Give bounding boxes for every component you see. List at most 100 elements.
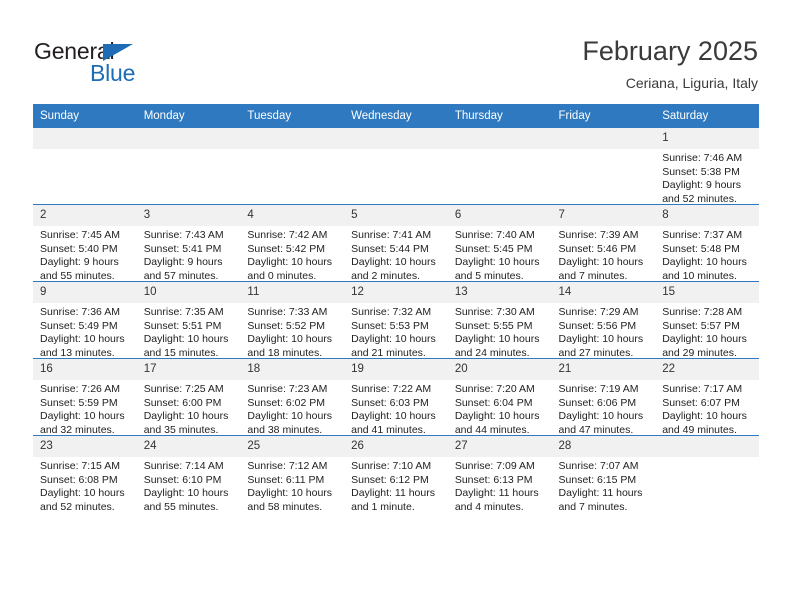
daylight-text: Daylight: 10 hours and 2 minutes. [351,256,436,282]
day-cell-inner: 15 Sunrise: 7:28 AM Sunset: 5:57 PM Dayligh… [655,282,759,359]
calendar-day-cell[interactable]: 27 Sunrise: 7:09 AM Sunset: 6:13 PM Dayligh… [447,435,552,514]
day-events: Sunrise: 7:07 AM Sunset: 6:15 PM Daylight:… [552,457,656,514]
daylight-text: Daylight: 10 hours and 47 minutes. [558,410,644,436]
calendar-day-cell[interactable]: 11 Sunrise: 7:33 AM Sunset: 5:52 PM Dayligh… [240,281,345,359]
general-blue-logo[interactable]: General Blue [34,38,184,86]
sunrise-text: Sunrise: 7:15 AM [40,460,120,472]
day-number [33,128,137,149]
calendar-day-cell[interactable] [344,128,448,205]
sunrise-text: Sunrise: 7:19 AM [558,383,639,395]
calendar-day-cell[interactable]: 24 Sunrise: 7:14 AM Sunset: 6:10 PM Dayligh… [136,435,241,513]
calendar-day-cell[interactable]: 7 Sunrise: 7:39 AM Sunset: 5:46 PM Daylight… [551,204,656,282]
daylight-text: Daylight: 9 hours and 57 minutes. [143,256,223,282]
day-cell-inner: 22 Sunrise: 7:17 AM Sunset: 6:07 PM Dayligh… [655,359,759,436]
daylight-text: Daylight: 10 hours and 44 minutes. [454,410,540,436]
calendar-day-cell[interactable] [551,128,656,205]
day-number: 4 [240,205,345,226]
daylight-text: Daylight: 10 hours and 41 minutes. [351,410,436,436]
day-events: Sunrise: 7:09 AM Sunset: 6:13 PM Daylight:… [448,457,552,514]
day-cell-inner: 13 Sunrise: 7:30 AM Sunset: 5:55 PM Dayligh… [447,282,552,359]
sunset-text: Sunset: 6:08 PM [40,473,118,486]
daylight-text: Daylight: 10 hours and 58 minutes. [247,487,333,513]
calendar-week-row: 23 Sunrise: 7:15 AM Sunset: 6:08 PM Dayligh… [33,435,759,514]
day-number: 15 [655,282,759,303]
sunrise-text: Sunrise: 7:40 AM [454,229,535,241]
sunset-text: Sunset: 5:57 PM [662,319,740,332]
day-number: 5 [344,205,448,226]
page-title: February 2025 [582,36,758,66]
calendar-day-cell[interactable]: 20 Sunrise: 7:20 AM Sunset: 6:04 PM Dayligh… [447,358,552,436]
calendar-day-cell[interactable]: 4 Sunrise: 7:42 AM Sunset: 5:42 PM Daylight… [240,204,345,282]
calendar-day-cell[interactable]: 23 Sunrise: 7:15 AM Sunset: 6:08 PM Dayligh… [33,435,137,513]
calendar-day-cell[interactable] [136,128,241,205]
weekday-header-saturday: Saturday [655,104,759,128]
daylight-text: Daylight: 10 hours and 13 minutes. [40,333,125,359]
day-number [655,436,759,457]
calendar-day-cell[interactable] [655,435,759,512]
calendar-day-cell[interactable]: 8 Sunrise: 7:37 AM Sunset: 5:48 PM Daylight… [655,204,759,282]
calendar-day-cell[interactable]: 26 Sunrise: 7:10 AM Sunset: 6:12 PM Dayligh… [344,435,448,513]
calendar-day-cell[interactable]: 21 Sunrise: 7:19 AM Sunset: 6:06 PM Dayligh… [551,358,656,436]
calendar-day-cell[interactable]: 17 Sunrise: 7:25 AM Sunset: 6:00 PM Dayligh… [136,358,241,437]
sunrise-text: Sunrise: 7:20 AM [454,383,535,395]
day-events: Sunrise: 7:32 AM Sunset: 5:53 PM Daylight:… [344,303,448,360]
calendar-week-row: 1 Sunrise: 7:46 AM Sunset: 5:38 PM Daylight… [33,128,759,205]
sunrise-text: Sunrise: 7:30 AM [454,306,535,318]
day-cell-inner: 5 Sunrise: 7:41 AM Sunset: 5:44 PM Daylight… [344,205,448,283]
sunset-text: Sunset: 6:15 PM [558,473,637,486]
day-events: Sunrise: 7:35 AM Sunset: 5:51 PM Daylight:… [137,303,241,360]
sunrise-text: Sunrise: 7:10 AM [351,460,432,472]
day-cell-inner: 24 Sunrise: 7:14 AM Sunset: 6:10 PM Dayligh… [136,436,241,513]
calendar-header-row: Sunday Monday Tuesday Wednesday Thursday… [33,104,759,128]
calendar-day-cell[interactable]: 10 Sunrise: 7:35 AM Sunset: 5:51 PM Dayligh… [136,281,241,360]
calendar-day-cell[interactable]: 2 Sunrise: 7:45 AM Sunset: 5:40 PM Daylight… [33,204,137,282]
day-number: 3 [136,205,241,226]
calendar-day-cell[interactable]: 9 Sunrise: 7:36 AM Sunset: 5:49 PM Daylight… [33,281,137,359]
sunrise-text: Sunrise: 7:35 AM [143,306,224,318]
calendar-day-cell[interactable] [33,128,137,205]
day-events: Sunrise: 7:41 AM Sunset: 5:44 PM Daylight:… [344,226,448,283]
calendar-day-cell[interactable]: 18 Sunrise: 7:23 AM Sunset: 6:02 PM Dayligh… [240,358,345,437]
daylight-text: Daylight: 10 hours and 18 minutes. [247,333,333,359]
sunset-text: Sunset: 5:44 PM [351,242,429,255]
day-number: 23 [33,436,137,457]
day-number: 2 [33,205,137,226]
calendar-day-cell[interactable]: 6 Sunrise: 7:40 AM Sunset: 5:45 PM Daylight… [447,204,552,282]
sunset-text: Sunset: 6:07 PM [662,396,740,409]
day-events: Sunrise: 7:25 AM Sunset: 6:00 PM Daylight:… [137,380,241,437]
day-number: 7 [551,205,656,226]
calendar-day-cell[interactable]: 16 Sunrise: 7:26 AM Sunset: 5:59 PM Dayligh… [33,358,137,436]
calendar-day-cell[interactable] [447,128,552,205]
calendar-day-cell[interactable]: 1 Sunrise: 7:46 AM Sunset: 5:38 PM Daylight… [655,128,759,205]
daylight-text: Daylight: 10 hours and 52 minutes. [40,487,125,513]
daylight-text: Daylight: 9 hours and 52 minutes. [662,179,742,205]
calendar-day-cell[interactable]: 12 Sunrise: 7:32 AM Sunset: 5:53 PM Dayligh… [344,281,448,360]
sunrise-text: Sunrise: 7:28 AM [662,306,743,318]
calendar-day-cell[interactable]: 15 Sunrise: 7:28 AM Sunset: 5:57 PM Dayligh… [655,281,759,359]
sunrise-text: Sunrise: 7:25 AM [143,383,224,395]
day-number [551,128,656,149]
day-cell-inner: 11 Sunrise: 7:33 AM Sunset: 5:52 PM Dayligh… [240,282,345,359]
sunrise-text: Sunrise: 7:07 AM [558,460,639,472]
calendar-day-cell[interactable] [240,128,345,205]
sunset-text: Sunset: 5:48 PM [662,242,740,255]
calendar-day-cell[interactable]: 5 Sunrise: 7:41 AM Sunset: 5:44 PM Daylight… [344,204,448,283]
day-cell-inner [33,128,137,204]
calendar-day-cell[interactable]: 22 Sunrise: 7:17 AM Sunset: 6:07 PM Dayligh… [655,358,759,436]
day-events: Sunrise: 7:23 AM Sunset: 6:02 PM Daylight:… [240,380,344,437]
calendar-day-cell[interactable]: 13 Sunrise: 7:30 AM Sunset: 5:55 PM Dayligh… [447,281,552,359]
daylight-text: Daylight: 10 hours and 15 minutes. [143,333,229,359]
day-events: Sunrise: 7:22 AM Sunset: 6:03 PM Daylight:… [344,380,448,437]
calendar-week-row: 9 Sunrise: 7:36 AM Sunset: 5:49 PM Daylight… [33,281,759,360]
calendar-day-cell[interactable]: 25 Sunrise: 7:12 AM Sunset: 6:11 PM Dayligh… [240,435,345,513]
day-cell-inner: 23 Sunrise: 7:15 AM Sunset: 6:08 PM Dayligh… [33,436,137,513]
daylight-text: Daylight: 10 hours and 55 minutes. [143,487,229,513]
calendar-day-cell[interactable]: 14 Sunrise: 7:29 AM Sunset: 5:56 PM Dayligh… [551,281,656,359]
day-cell-inner: 18 Sunrise: 7:23 AM Sunset: 6:02 PM Dayligh… [240,359,345,437]
day-cell-inner: 14 Sunrise: 7:29 AM Sunset: 5:56 PM Dayligh… [551,282,656,359]
calendar-day-cell[interactable]: 3 Sunrise: 7:43 AM Sunset: 5:41 PM Daylight… [136,204,241,282]
day-events [655,457,759,460]
calendar-day-cell[interactable]: 28 Sunrise: 7:07 AM Sunset: 6:15 PM Dayligh… [551,435,656,514]
calendar-table: Sunday Monday Tuesday Wednesday Thursday… [33,104,759,514]
calendar-day-cell[interactable]: 19 Sunrise: 7:22 AM Sunset: 6:03 PM Dayligh… [344,358,448,437]
